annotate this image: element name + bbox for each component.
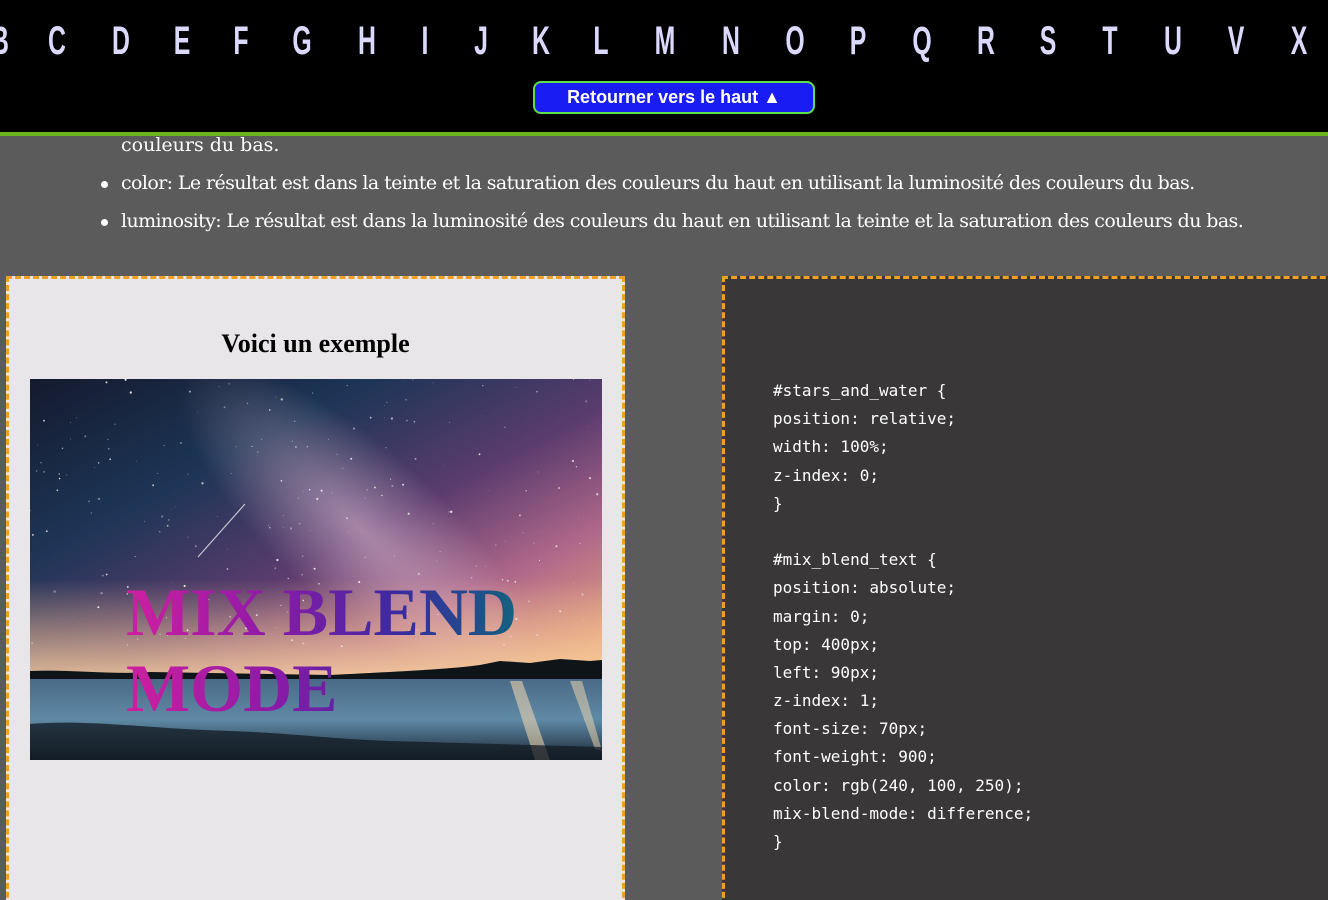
code-line: left: 90px; — [773, 662, 879, 682]
letter-link-b[interactable]: B — [0, 14, 12, 68]
code-line: position: absolute; — [773, 578, 957, 598]
back-to-top-button[interactable]: Retourner vers le haut ▲ — [533, 81, 815, 114]
code-line: margin: 0; — [773, 606, 870, 626]
list-item-partial: couleurs du bas. — [121, 134, 280, 156]
letter-link-k[interactable]: K — [529, 14, 554, 68]
letter-link-s[interactable]: S — [1036, 14, 1061, 68]
stars-and-water-image: MIX BLEND MODE — [30, 379, 602, 760]
css-code-block: #stars_and_water { position: relative; wid… — [773, 377, 1033, 856]
letter-link-m[interactable]: M — [653, 14, 678, 68]
letter-link-v[interactable]: V — [1224, 14, 1249, 68]
code-line: top: 400px; — [773, 634, 879, 654]
letter-link-f[interactable]: F — [229, 14, 254, 68]
letter-link-j[interactable]: J — [469, 14, 494, 68]
letter-link-t[interactable]: T — [1098, 14, 1123, 68]
code-panel: #stars_and_water { position: relative; wid… — [722, 276, 1328, 900]
letter-link-n[interactable]: N — [719, 14, 744, 68]
code-line: mix-blend-mode: difference; — [773, 803, 1034, 823]
mix-blend-text: MIX BLEND MODE — [126, 574, 546, 726]
letter-link-r[interactable]: R — [974, 14, 999, 68]
code-line: #mix_blend_text { — [773, 550, 937, 570]
example-title: Voici un exemple — [221, 329, 410, 358]
letter-link-d[interactable]: D — [109, 14, 134, 68]
code-line: z-index: 0; — [773, 465, 879, 485]
letter-link-h[interactable]: H — [355, 14, 380, 68]
code-line: font-weight: 900; — [773, 747, 937, 767]
code-line: } — [773, 493, 783, 513]
letter-link-u[interactable]: U — [1161, 14, 1186, 68]
letter-link-l[interactable]: L — [589, 14, 614, 68]
letter-link-x[interactable]: X — [1287, 14, 1312, 68]
letter-link-e[interactable]: E — [170, 14, 195, 68]
code-line: #stars_and_water { — [773, 381, 947, 400]
list-item-color: color: Le résultat est dans la teinte et… — [101, 172, 1195, 194]
list-item-luminosity: luminosity: Le résultat est dans la lumi… — [100, 210, 1244, 232]
code-line: font-size: 70px; — [773, 719, 928, 739]
code-line: color: rgb(240, 100, 250); — [773, 775, 1024, 795]
letter-link-c[interactable]: C — [45, 14, 70, 68]
code-line: z-index: 1; — [773, 691, 879, 711]
letter-link-g[interactable]: G — [290, 14, 315, 68]
code-line: position: relative; — [773, 409, 957, 429]
alphabet-nav-bar: BCDEFGHIJKLMNOPQRSTUVX Retourner vers le… — [0, 0, 1328, 136]
code-line: width: 100%; — [773, 437, 889, 457]
code-line: } — [773, 832, 783, 851]
example-panel: Voici un exemple MIX BLEND MODE — [6, 276, 625, 900]
alphabet-letter-list: BCDEFGHIJKLMNOPQRSTUVX — [0, 14, 1328, 68]
letter-link-p[interactable]: P — [846, 14, 871, 68]
letter-link-o[interactable]: O — [783, 14, 808, 68]
letter-link-q[interactable]: Q — [910, 14, 935, 68]
letter-link-i[interactable]: I — [413, 14, 438, 68]
